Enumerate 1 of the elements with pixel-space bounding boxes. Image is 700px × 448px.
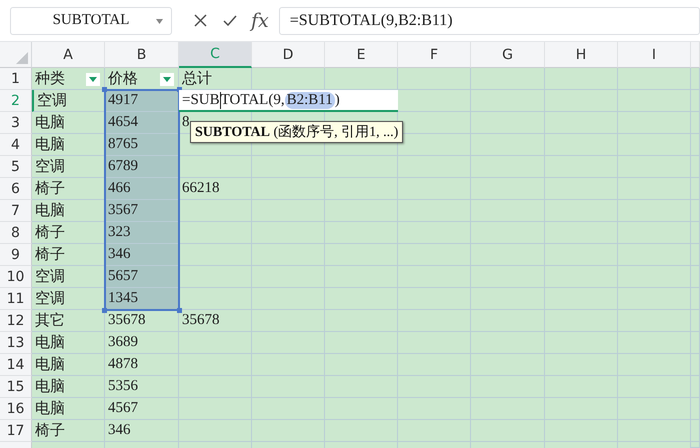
function-tooltip: SUBTOTAL (函数序号, 引用1, ...) xyxy=(190,121,404,143)
